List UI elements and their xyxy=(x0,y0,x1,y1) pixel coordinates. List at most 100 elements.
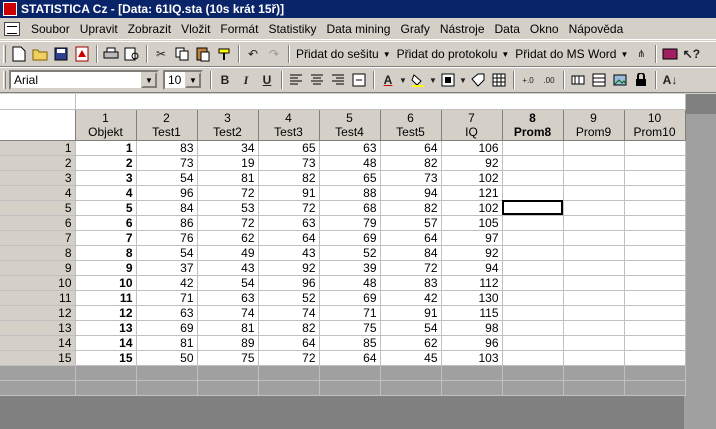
table-cell[interactable]: 82 xyxy=(258,320,320,336)
empty-cell[interactable] xyxy=(624,275,686,291)
empty-cell[interactable] xyxy=(624,200,686,216)
empty-cell[interactable] xyxy=(502,335,564,351)
row-header[interactable]: 5 xyxy=(0,200,76,216)
table-cell[interactable]: 1 xyxy=(75,140,137,156)
menu-vlozit[interactable]: Vložit xyxy=(176,22,215,36)
toolbar-grip[interactable] xyxy=(3,71,6,89)
row-header[interactable]: 1 xyxy=(0,140,76,156)
table-cell[interactable]: 3 xyxy=(75,170,137,186)
table-cell[interactable]: 48 xyxy=(319,155,381,171)
menu-okno[interactable]: Okno xyxy=(525,22,564,36)
table-cell[interactable]: 102 xyxy=(441,200,503,216)
table-cell[interactable]: 76 xyxy=(136,230,198,246)
empty-cell[interactable] xyxy=(502,290,564,306)
column-header-10[interactable]: 10 Prom10 xyxy=(624,109,686,141)
row-header[interactable]: 12 xyxy=(0,305,76,321)
empty-cell[interactable] xyxy=(624,140,686,156)
table-cell[interactable]: 65 xyxy=(258,140,320,156)
column-header-7[interactable]: 7 IQ xyxy=(441,109,503,141)
decrease-decimal-icon[interactable]: .00 xyxy=(539,70,559,90)
tag-icon[interactable] xyxy=(468,70,488,90)
empty-cell[interactable] xyxy=(502,350,564,366)
font-color-icon[interactable]: A xyxy=(378,70,398,90)
align-left-icon[interactable] xyxy=(286,70,306,90)
table-cell[interactable]: 43 xyxy=(258,245,320,261)
table-cell[interactable]: 53 xyxy=(197,200,259,216)
row-header[interactable]: 9 xyxy=(0,260,76,276)
empty-cell[interactable] xyxy=(563,335,625,351)
table-cell[interactable]: 94 xyxy=(380,185,442,201)
table-cell[interactable]: 121 xyxy=(441,185,503,201)
menu-nastroje[interactable]: Nástroje xyxy=(435,22,490,36)
empty-cell[interactable] xyxy=(502,245,564,261)
book-icon[interactable] xyxy=(660,44,680,64)
increase-decimal-icon[interactable]: +.0 xyxy=(518,70,538,90)
empty-cell[interactable] xyxy=(624,170,686,186)
table-cell[interactable]: 42 xyxy=(136,275,198,291)
empty-cell[interactable] xyxy=(563,170,625,186)
table-cell[interactable]: 62 xyxy=(380,335,442,351)
table-cell[interactable]: 86 xyxy=(136,215,198,231)
table-cell[interactable]: 84 xyxy=(380,245,442,261)
empty-cell[interactable] xyxy=(502,185,564,201)
column-header-1[interactable]: 1 Objekt xyxy=(75,109,137,141)
toolbar-grip[interactable] xyxy=(3,45,6,63)
table-cell[interactable]: 105 xyxy=(441,215,503,231)
empty-cell[interactable] xyxy=(563,290,625,306)
table-cell[interactable]: 10 xyxy=(75,275,137,291)
paste-icon[interactable] xyxy=(193,44,213,64)
undo-icon[interactable]: ↶ xyxy=(243,44,263,64)
row-header[interactable]: 8 xyxy=(0,245,76,261)
table-cell[interactable]: 96 xyxy=(258,275,320,291)
table-cell[interactable]: 9 xyxy=(75,260,137,276)
table-cell[interactable]: 14 xyxy=(75,335,137,351)
row-header[interactable]: 7 xyxy=(0,230,76,246)
empty-cell[interactable] xyxy=(563,275,625,291)
empty-cell[interactable] xyxy=(502,230,564,246)
table-cell[interactable]: 94 xyxy=(441,260,503,276)
column-header-6[interactable]: 6 Test5 xyxy=(380,109,442,141)
table-cell[interactable]: 63 xyxy=(319,140,381,156)
table-cell[interactable]: 73 xyxy=(258,155,320,171)
table-cell[interactable]: 39 xyxy=(319,260,381,276)
table-cell[interactable]: 42 xyxy=(380,290,442,306)
format-painter-icon[interactable] xyxy=(214,44,234,64)
table-cell[interactable]: 52 xyxy=(258,290,320,306)
table-cell[interactable]: 102 xyxy=(441,170,503,186)
menu-data[interactable]: Data xyxy=(490,22,525,36)
empty-cell[interactable] xyxy=(563,350,625,366)
table-cell[interactable]: 64 xyxy=(380,230,442,246)
table-cell[interactable]: 103 xyxy=(441,350,503,366)
table-cell[interactable]: 83 xyxy=(136,140,198,156)
empty-cell[interactable] xyxy=(563,200,625,216)
table-cell[interactable]: 97 xyxy=(441,230,503,246)
menu-zobrazit[interactable]: Zobrazit xyxy=(123,22,176,36)
open-folder-icon[interactable] xyxy=(30,44,50,64)
row-header[interactable]: 14 xyxy=(0,335,76,351)
table-cell[interactable]: 115 xyxy=(441,305,503,321)
table-cell[interactable]: 62 xyxy=(197,230,259,246)
table-cell[interactable]: 82 xyxy=(380,200,442,216)
table-cell[interactable]: 5 xyxy=(75,200,137,216)
empty-cell[interactable] xyxy=(624,350,686,366)
empty-cell[interactable] xyxy=(624,155,686,171)
copy-icon[interactable] xyxy=(172,44,192,64)
redo-icon[interactable]: ↷ xyxy=(264,44,284,64)
table-cell[interactable]: 69 xyxy=(319,230,381,246)
table-cell[interactable]: 7 xyxy=(75,230,137,246)
table-cell[interactable]: 37 xyxy=(136,260,198,276)
add-to-workbook-button[interactable]: Přidat do sešitu ▼ xyxy=(293,47,394,61)
table-cell[interactable]: 54 xyxy=(380,320,442,336)
table-cell[interactable]: 19 xyxy=(197,155,259,171)
empty-cell[interactable] xyxy=(624,185,686,201)
empty-cell[interactable] xyxy=(502,215,564,231)
column-header-5[interactable]: 5 Test4 xyxy=(319,109,381,141)
table-cell[interactable]: 75 xyxy=(319,320,381,336)
table-cell[interactable]: 64 xyxy=(258,335,320,351)
table-cell[interactable]: 74 xyxy=(258,305,320,321)
empty-cell[interactable] xyxy=(624,245,686,261)
row-header[interactable]: 6 xyxy=(0,215,76,231)
borders-icon[interactable] xyxy=(438,70,458,90)
table-cell[interactable]: 69 xyxy=(319,290,381,306)
fill-color-icon[interactable] xyxy=(408,70,428,90)
